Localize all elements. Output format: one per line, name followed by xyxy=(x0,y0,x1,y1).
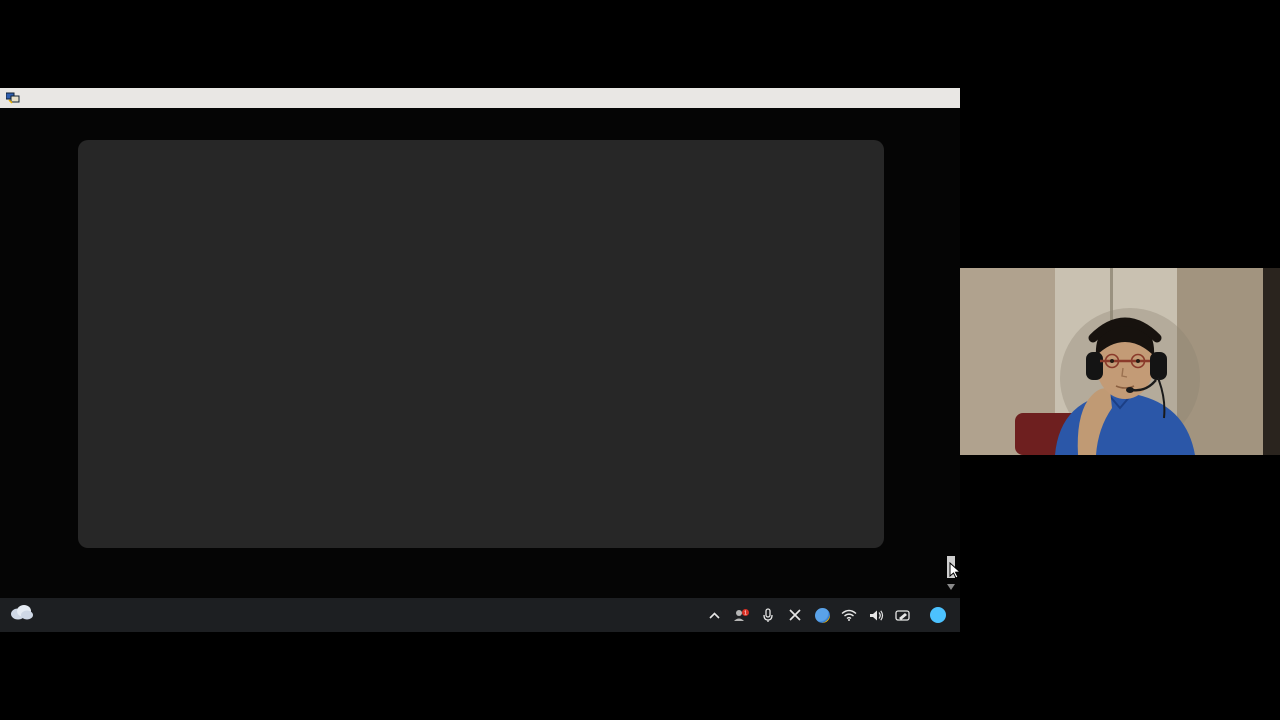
microphone-icon[interactable] xyxy=(759,606,777,624)
volume-icon[interactable] xyxy=(867,606,885,624)
tray-notifier-icon[interactable]: 1 xyxy=(732,606,750,624)
webcam-scene xyxy=(960,268,1280,455)
tray-expand-icon[interactable] xyxy=(705,606,723,624)
alt-tab-switcher-panel xyxy=(78,140,884,548)
screen-recording-canvas: { "window": { "title": "webapp@ogawa-pho… xyxy=(0,0,1280,720)
windows-taskbar: 1 xyxy=(0,598,960,632)
scrollbar-down-arrow[interactable] xyxy=(947,584,955,590)
weather-widget[interactable] xyxy=(8,601,39,621)
svg-text:1: 1 xyxy=(744,611,747,617)
ime-icon[interactable] xyxy=(894,606,912,624)
wifi-icon[interactable] xyxy=(840,606,858,624)
putty-window-titlebar[interactable] xyxy=(0,88,960,108)
vim-status-line xyxy=(0,580,948,594)
cloud-icon xyxy=(8,601,34,621)
notification-count-badge[interactable] xyxy=(930,607,946,623)
webcam-video-feed xyxy=(960,268,1280,455)
color-sphere-icon[interactable] xyxy=(813,606,831,624)
mouse-cursor xyxy=(948,562,962,580)
putty-window-icon xyxy=(6,92,20,104)
close-overlay-icon[interactable] xyxy=(786,606,804,624)
